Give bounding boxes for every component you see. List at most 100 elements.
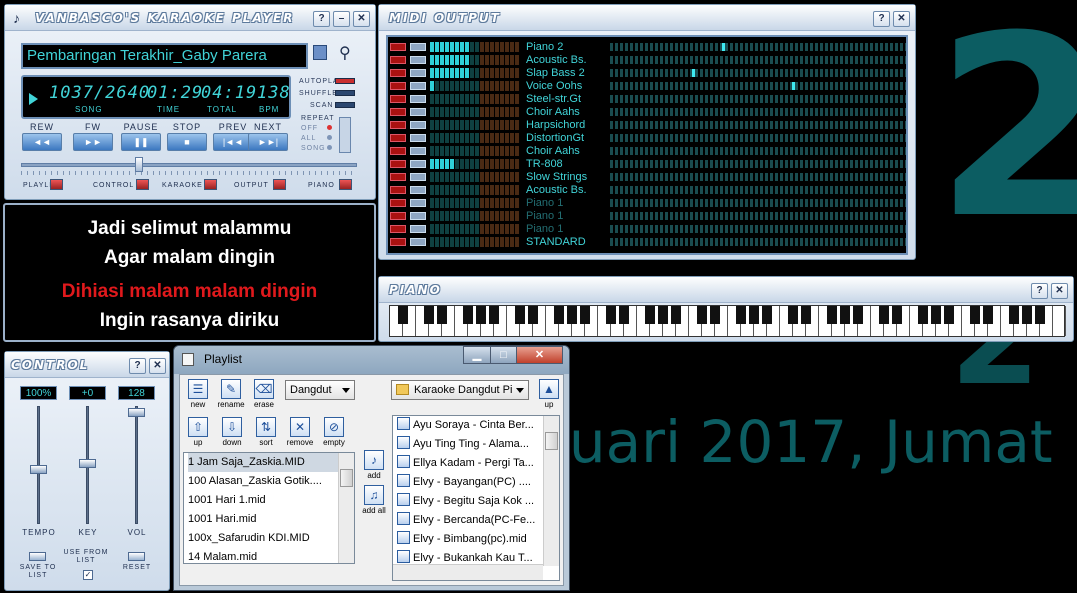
piano-black-key[interactable] <box>944 306 954 324</box>
piano-toggle[interactable] <box>339 179 352 190</box>
piano-black-key[interactable] <box>515 306 525 324</box>
pause-button[interactable]: ❚❚ <box>121 133 161 151</box>
repeat-all-radio[interactable] <box>327 135 332 140</box>
add-button[interactable]: ♪ add <box>360 450 388 480</box>
piano-titlebar[interactable]: PIANO ? ✕ <box>379 277 1073 303</box>
channel-mute-button[interactable] <box>390 225 406 233</box>
folder-file-item[interactable]: Elvy - Bayangan(PC) .... <box>397 473 531 492</box>
autoplay-toggle[interactable] <box>335 78 355 84</box>
folder-up-button[interactable]: ▲ up <box>535 379 563 409</box>
channel-solo-button[interactable] <box>410 147 426 155</box>
playlist-item[interactable]: 1001 Hari.mid <box>188 510 338 529</box>
playlist-minimize-button[interactable]: ▁ <box>463 346 491 364</box>
piano-black-key[interactable] <box>762 306 772 324</box>
control-toggle[interactable] <box>136 179 149 190</box>
key-slider-thumb[interactable] <box>79 459 96 468</box>
repeat-off-radio[interactable] <box>327 125 332 130</box>
next-button[interactable]: ►►| <box>248 133 288 151</box>
piano-black-key[interactable] <box>827 306 837 324</box>
vol-slider-track[interactable] <box>135 406 138 524</box>
channel-solo-button[interactable] <box>410 199 426 207</box>
playlist-vscroll[interactable] <box>338 453 354 563</box>
piano-black-key[interactable] <box>398 306 408 324</box>
piano-black-key[interactable] <box>437 306 447 324</box>
add-all-button[interactable]: ♫ add all <box>360 485 388 515</box>
channel-mute-button[interactable] <box>390 56 406 64</box>
channel-solo-button[interactable] <box>410 43 426 51</box>
playlist-toggle[interactable] <box>50 179 63 190</box>
channel-solo-button[interactable] <box>410 160 426 168</box>
position-slider-thumb[interactable] <box>135 157 143 172</box>
save-disk-icon[interactable] <box>313 45 327 60</box>
control-help-button[interactable]: ? <box>129 358 146 374</box>
playlist-close-button[interactable]: ✕ <box>516 346 563 364</box>
piano-black-key[interactable] <box>606 306 616 324</box>
channel-solo-button[interactable] <box>410 56 426 64</box>
channel-mute-button[interactable] <box>390 173 406 181</box>
piano-black-key[interactable] <box>671 306 681 324</box>
rename-button[interactable]: ✎ rename <box>217 379 245 409</box>
playlist-vscroll-thumb[interactable] <box>340 469 353 487</box>
scan-toggle[interactable] <box>335 102 355 108</box>
piano-black-key[interactable] <box>879 306 889 324</box>
stop-button[interactable]: ■ <box>167 133 207 151</box>
piano-black-key[interactable] <box>528 306 538 324</box>
new-button[interactable]: ☰ new <box>184 379 212 409</box>
piano-black-key[interactable] <box>697 306 707 324</box>
piano-black-key[interactable] <box>853 306 863 324</box>
position-slider-track[interactable] <box>21 163 357 167</box>
piano-black-key[interactable] <box>931 306 941 324</box>
folder-file-item[interactable]: Elvy - Begitu Saja Kok ... <box>397 492 534 511</box>
channel-mute-button[interactable] <box>390 108 406 116</box>
piano-black-key[interactable] <box>892 306 902 324</box>
playlist-item[interactable]: 1 Jam Saja_Zaskia.MID <box>188 453 338 472</box>
playlist-maximize-button[interactable]: □ <box>490 346 517 364</box>
use-from-list-checkbox[interactable]: ✓ <box>83 570 93 580</box>
piano-black-key[interactable] <box>801 306 811 324</box>
piano-black-key[interactable] <box>424 306 434 324</box>
folder-vscroll[interactable] <box>543 416 559 566</box>
channel-solo-button[interactable] <box>410 225 426 233</box>
channel-solo-button[interactable] <box>410 173 426 181</box>
prev-button[interactable]: |◄◄ <box>213 133 253 151</box>
piano-black-key[interactable] <box>788 306 798 324</box>
down-button[interactable]: ⇩ down <box>218 417 246 447</box>
vol-slider-thumb[interactable] <box>128 408 145 417</box>
channel-solo-button[interactable] <box>410 238 426 246</box>
channel-solo-button[interactable] <box>410 134 426 142</box>
piano-black-key[interactable] <box>970 306 980 324</box>
reset-button[interactable] <box>128 552 145 561</box>
piano-black-key[interactable] <box>1035 306 1045 324</box>
channel-solo-button[interactable] <box>410 69 426 77</box>
channel-mute-button[interactable] <box>390 121 406 129</box>
folder-select[interactable]: Karaoke Dangdut Pi <box>391 380 529 400</box>
folder-file-item[interactable]: Ayu Soraya - Cinta Ber... <box>397 416 534 435</box>
piano-black-key[interactable] <box>619 306 629 324</box>
piano-black-key[interactable] <box>736 306 746 324</box>
piano-black-key[interactable] <box>983 306 993 324</box>
channel-solo-button[interactable] <box>410 121 426 129</box>
shuffle-toggle[interactable] <box>335 90 355 96</box>
piano-black-key[interactable] <box>658 306 668 324</box>
channel-mute-button[interactable] <box>390 95 406 103</box>
folder-hscroll[interactable] <box>393 564 543 580</box>
minimize-button[interactable]: – <box>333 11 350 27</box>
folder-listbox[interactable]: Ayu Soraya - Cinta Ber... Ayu Ting Ting -… <box>392 415 560 581</box>
channel-solo-button[interactable] <box>410 82 426 90</box>
playlist-item[interactable]: 1001 Hari 1.mid <box>188 491 338 510</box>
channel-mute-button[interactable] <box>390 69 406 77</box>
category-select[interactable]: Dangdut <box>285 380 355 400</box>
piano-close-button[interactable]: ✕ <box>1051 283 1068 299</box>
remove-button[interactable]: ✕ remove <box>286 417 314 447</box>
erase-button[interactable]: ⌫ erase <box>250 379 278 409</box>
piano-white-key[interactable] <box>1053 306 1066 336</box>
midi-titlebar[interactable]: MIDI OUTPUT ? ✕ <box>379 5 915 31</box>
piano-black-key[interactable] <box>476 306 486 324</box>
empty-button[interactable]: ⊘ empty <box>320 417 348 447</box>
playlist-item[interactable]: 14 Malam.mid <box>188 548 338 563</box>
playlist-titlebar[interactable]: Playlist ▁ □ ✕ <box>174 346 569 374</box>
piano-black-key[interactable] <box>645 306 655 324</box>
piano-black-key[interactable] <box>463 306 473 324</box>
folder-file-item[interactable]: Ellya Kadam - Pergi Ta... <box>397 454 534 473</box>
piano-black-key[interactable] <box>1009 306 1019 324</box>
